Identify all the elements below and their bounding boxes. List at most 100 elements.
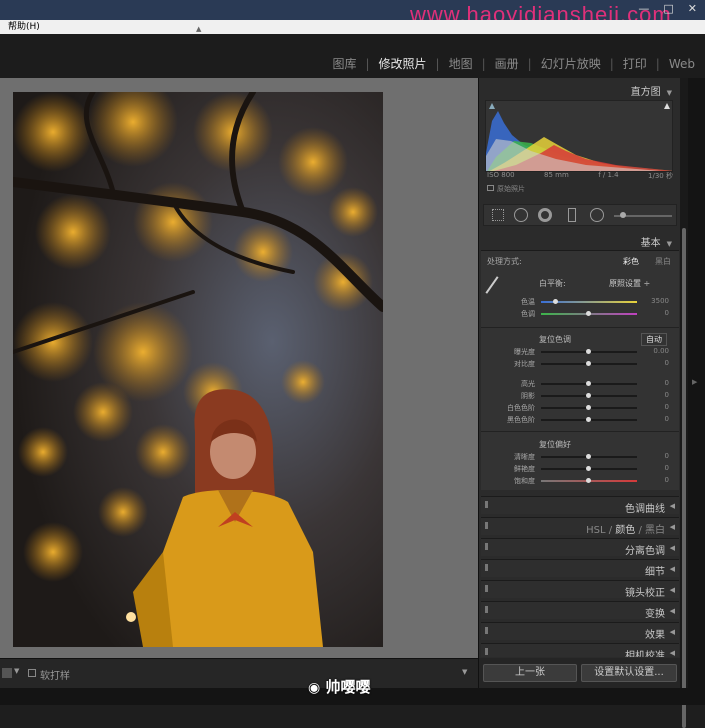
histogram-header[interactable]: 直方图 ▼ [631, 83, 672, 98]
tint-knob[interactable] [586, 311, 591, 316]
view-mode-icon[interactable] [2, 668, 12, 678]
auto-tone-button[interactable]: 自动 [641, 333, 667, 346]
panel-hsl[interactable]: HSL / 颜色 / 黑白 ◀ [481, 517, 679, 536]
panel-split-toning[interactable]: 分离色调 ◀ [481, 538, 679, 557]
weibo-watermark: ◉ 帅嘤嘤 [308, 678, 371, 696]
saturation-label: 饱和度 [514, 477, 535, 485]
contrast-label: 对比度 [514, 360, 535, 368]
expand-icon: ◀ [669, 628, 675, 636]
whites-knob[interactable] [586, 405, 591, 410]
module-map[interactable]: 地图 [440, 55, 482, 72]
panel-toggle-icon[interactable] [485, 564, 488, 571]
vibrance-value[interactable]: 0 [649, 464, 669, 472]
scrollbar-thumb[interactable] [682, 228, 686, 728]
highlights-slider[interactable] [541, 381, 637, 386]
tint-value[interactable]: 0 [649, 309, 669, 317]
vibrance-knob[interactable] [586, 466, 591, 471]
clarity-knob[interactable] [586, 454, 591, 459]
shadows-value[interactable]: 0 [649, 391, 669, 399]
module-library[interactable]: 图库 [323, 55, 365, 72]
saturation-knob[interactable] [586, 478, 591, 483]
bw-tab[interactable]: 黑白 [645, 525, 665, 536]
panel-toggle-icon[interactable] [485, 606, 488, 613]
panel-toggle-icon[interactable] [485, 648, 488, 655]
saturation-value[interactable]: 0 [649, 476, 669, 484]
wb-select[interactable]: 原照设置 ÷ [609, 278, 650, 289]
panel-calibration[interactable]: 相机校准 ◀ [481, 643, 679, 657]
close-icon[interactable]: ✕ [688, 2, 697, 15]
set-default-button[interactable]: 设置默认设置... [581, 664, 677, 682]
contrast-knob[interactable] [586, 361, 591, 366]
panel-toggle-icon[interactable] [485, 627, 488, 634]
temp-value[interactable]: 3500 [649, 297, 669, 305]
panel-scrollbar[interactable] [680, 78, 688, 728]
eyedropper-icon[interactable] [485, 276, 499, 294]
tone-title: 复位色调 [539, 335, 571, 344]
whites-slider[interactable] [541, 405, 637, 410]
tint-slider[interactable] [541, 311, 637, 316]
exposure-value[interactable]: 0.00 [649, 347, 669, 355]
shadows-slider[interactable] [541, 393, 637, 398]
treatment-bw[interactable]: 黑白 [655, 256, 671, 267]
contrast-slider[interactable] [541, 361, 637, 366]
module-book[interactable]: 画册 [486, 55, 528, 72]
clarity-slider[interactable] [541, 454, 637, 459]
contrast-value[interactable]: 0 [649, 359, 669, 367]
highlights-knob[interactable] [586, 381, 591, 386]
temp-knob[interactable] [553, 299, 558, 304]
panel-tone-curve[interactable]: 色调曲线 ◀ [481, 496, 679, 515]
panel-toggle-icon[interactable] [485, 543, 488, 550]
hsl-tab[interactable]: HSL [586, 525, 605, 536]
radial-filter-icon[interactable] [590, 208, 604, 222]
saturation-slider[interactable] [541, 478, 637, 483]
exposure-slider[interactable] [541, 349, 637, 354]
panel-effects[interactable]: 效果 ◀ [481, 622, 679, 641]
blacks-knob[interactable] [586, 417, 591, 422]
view-mode-dropdown-icon[interactable]: ▼ [14, 667, 19, 675]
vibrance-slider[interactable] [541, 466, 637, 471]
collapse-right-icon[interactable]: ▶ [692, 378, 697, 386]
previous-button[interactable]: 上一张 [483, 664, 577, 682]
shadows-knob[interactable] [586, 393, 591, 398]
menu-bar: 帮助(H) ▲ [0, 20, 705, 34]
panel-toggle-icon[interactable] [485, 522, 488, 529]
toolbar: ▼ 软打样 ▼ [0, 658, 478, 688]
expand-icon: ◀ [669, 565, 675, 573]
clarity-value[interactable]: 0 [649, 452, 669, 460]
original-photo-toggle[interactable]: 原始照片 [487, 184, 525, 194]
soft-proof-checkbox[interactable] [28, 669, 36, 677]
wb-label: 白平衡: [539, 279, 566, 288]
panel-lens-corrections[interactable]: 镜头校正 ◀ [481, 580, 679, 599]
temp-slider[interactable] [541, 299, 637, 304]
panel-detail[interactable]: 细节 ◀ [481, 559, 679, 578]
minimize-icon[interactable]: — [638, 2, 649, 15]
color-tab[interactable]: 颜色 [615, 525, 635, 536]
whites-label: 白色色阶 [507, 404, 535, 412]
divider [481, 327, 679, 328]
maximize-icon[interactable]: □ [663, 2, 673, 15]
whites-value[interactable]: 0 [649, 403, 669, 411]
module-develop[interactable]: 修改照片 [370, 55, 436, 72]
blacks-value[interactable]: 0 [649, 415, 669, 423]
collapse-icon: ▼ [666, 89, 672, 97]
toolbar-dropdown-icon[interactable]: ▼ [462, 668, 467, 676]
panel-toggle-icon[interactable] [485, 501, 488, 508]
panel-transform[interactable]: 变换 ◀ [481, 601, 679, 620]
red-eye-icon[interactable] [538, 208, 552, 222]
blacks-slider[interactable] [541, 417, 637, 422]
module-slideshow[interactable]: 幻灯片放映 [532, 55, 610, 72]
module-print[interactable]: 打印 [614, 55, 656, 72]
basic-header[interactable]: 基本 ▼ [641, 234, 672, 249]
graduated-filter-icon[interactable] [568, 208, 576, 222]
module-web[interactable]: Web [660, 57, 695, 71]
crop-icon[interactable] [492, 209, 504, 221]
menu-help[interactable]: 帮助(H) [8, 22, 40, 32]
expand-icon: ◀ [669, 607, 675, 615]
highlights-value[interactable]: 0 [649, 379, 669, 387]
treatment-color[interactable]: 彩色 [623, 256, 639, 267]
panel-toggle-icon[interactable] [485, 585, 488, 592]
photo-preview[interactable] [13, 92, 383, 647]
exposure-knob[interactable] [586, 349, 591, 354]
right-edge: ▶ [688, 78, 705, 705]
spot-removal-icon[interactable] [514, 208, 528, 222]
